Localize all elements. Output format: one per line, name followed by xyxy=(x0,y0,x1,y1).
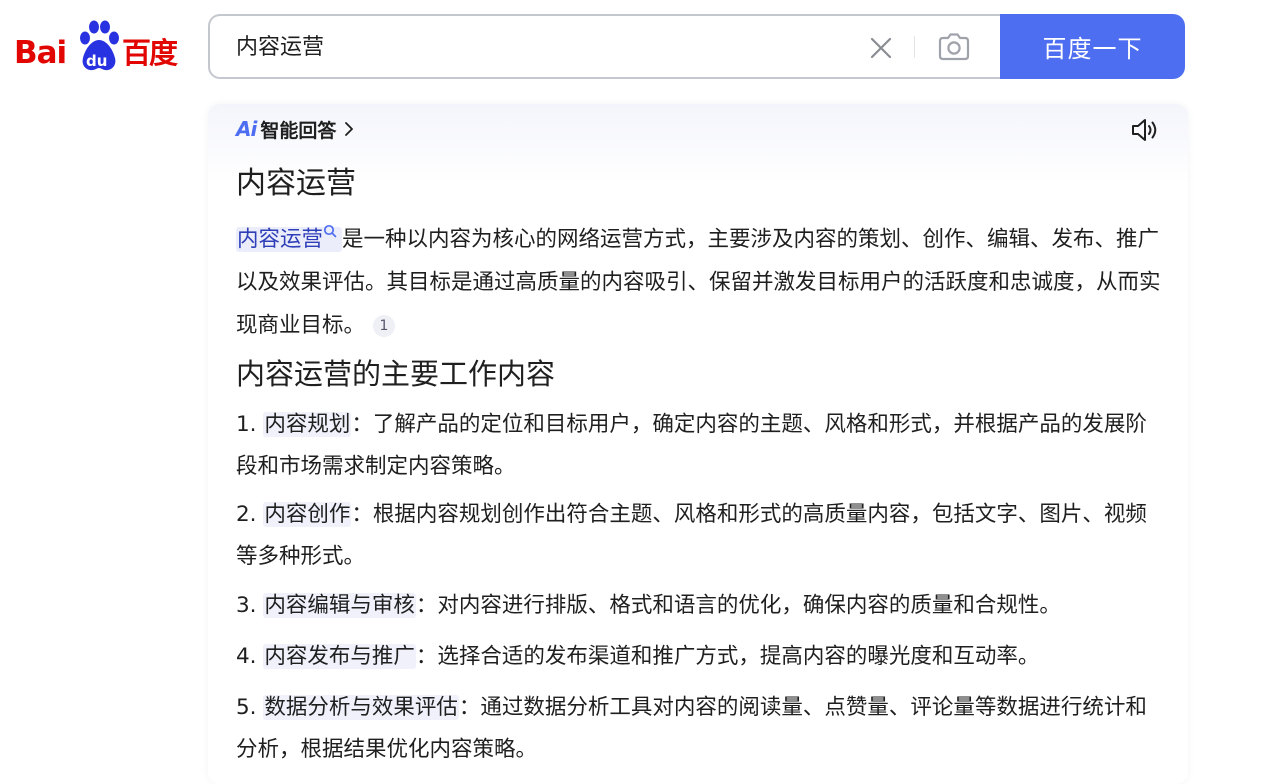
item-term-link[interactable]: 内容规划 xyxy=(263,412,352,437)
ai-answer-card: Ai 智能回答 内容运营 内容运营 是一种以内容为核心的网络运营方式，主要涉及内容… xyxy=(208,104,1188,784)
item-number: 2. xyxy=(236,502,257,527)
search-icon xyxy=(323,224,337,238)
item-term-link[interactable]: 内容发布与推广 xyxy=(263,644,416,669)
item-text: ：了解产品的定位和目标用户，确定内容的主题、风格和形式，并根据产品的发展阶段和市… xyxy=(236,412,1147,479)
item-term-link[interactable]: 数据分析与效果评估 xyxy=(263,695,459,720)
item-number: 3. xyxy=(236,593,257,618)
baidu-logo[interactable]: Bai du 百度 xyxy=(14,18,186,74)
ai-answer-header[interactable]: Ai 智能回答 xyxy=(236,116,356,142)
item-text: ：选择合适的发布渠道和推广方式，提高内容的曝光度和互动率。 xyxy=(415,644,1040,669)
camera-icon[interactable] xyxy=(936,32,972,62)
search-input[interactable] xyxy=(236,16,836,77)
ai-answer-label: 智能回答 xyxy=(260,119,337,142)
item-term-link[interactable]: 内容创作 xyxy=(263,502,352,527)
logo-text-du: du xyxy=(86,52,108,70)
citation-badge[interactable]: 1 xyxy=(373,315,396,337)
item-number: 4. xyxy=(236,644,257,669)
item-number: 1. xyxy=(236,412,257,437)
intro-term: 内容运营 xyxy=(237,227,324,252)
search-divider xyxy=(914,36,915,58)
ai-logo: Ai xyxy=(236,117,257,141)
list-item: 2. 内容创作：根据内容规划创作出符合主题、风格和形式的高质量内容，包括文字、图… xyxy=(236,494,1166,578)
search-button[interactable]: 百度一下 xyxy=(1000,14,1185,79)
close-icon[interactable] xyxy=(868,35,894,61)
item-text: ：根据内容规划创作出符合主题、风格和形式的高质量内容，包括文字、图片、视频等多种… xyxy=(236,502,1147,569)
intro-term-link[interactable]: 内容运营 xyxy=(236,224,343,252)
list-item: 1. 内容规划：了解产品的定位和目标用户，确定内容的主题、风格和形式，并根据产品… xyxy=(236,404,1166,488)
list-item: 4. 内容发布与推广：选择合适的发布渠道和推广方式，提高内容的曝光度和互动率。 xyxy=(236,636,1166,678)
item-term-link[interactable]: 内容编辑与审核 xyxy=(263,593,416,618)
speaker-icon[interactable] xyxy=(1130,116,1160,144)
item-text: ：对内容进行排版、格式和语言的优化，确保内容的质量和合规性。 xyxy=(415,593,1061,618)
list-item: 3. 内容编辑与审核：对内容进行排版、格式和语言的优化，确保内容的质量和合规性。 xyxy=(236,585,1166,627)
item-number: 5. xyxy=(236,695,257,720)
logo-text-bai: Bai xyxy=(14,35,67,71)
answer-title: 内容运营 xyxy=(236,166,356,201)
logo-text-cn: 百度 xyxy=(122,36,178,70)
search-box xyxy=(208,14,1004,79)
section-title: 内容运营的主要工作内容 xyxy=(236,357,556,391)
answer-intro: 内容运营 是一种以内容为核心的网络运营方式，主要涉及内容的策划、创作、编辑、发布、… xyxy=(236,218,1166,347)
chevron-right-icon xyxy=(345,122,354,136)
list-item: 5. 数据分析与效果评估：通过数据分析工具对内容的阅读量、点赞量、评论量等数据进… xyxy=(236,687,1166,771)
